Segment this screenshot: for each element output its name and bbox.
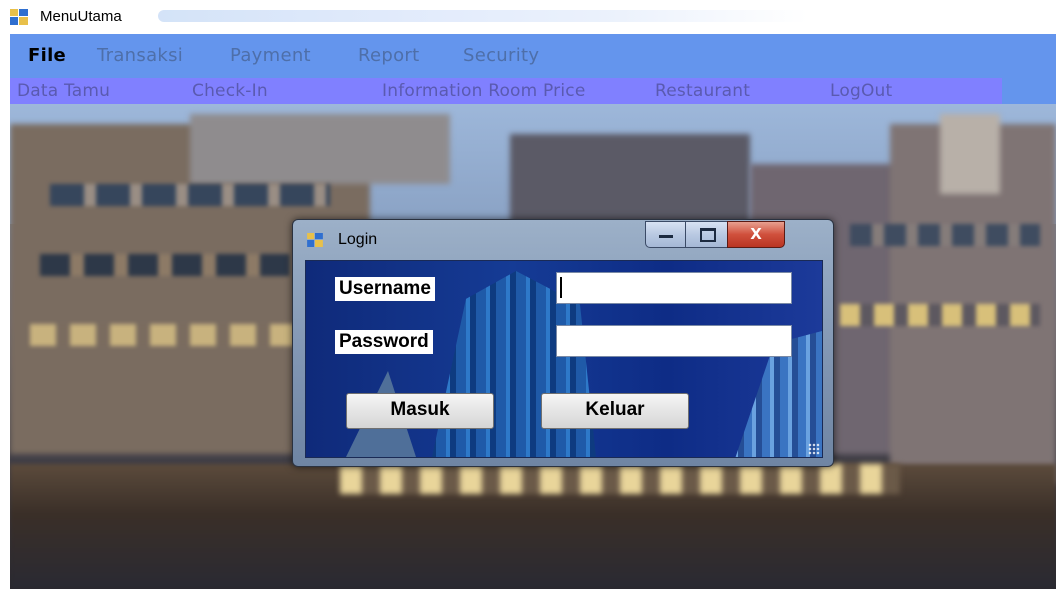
login-window-icon xyxy=(307,233,323,247)
main-window-titlebar[interactable]: MenuUtama xyxy=(0,0,1056,34)
maximize-button[interactable] xyxy=(685,221,729,248)
background-tower xyxy=(940,114,1000,194)
masuk-button[interactable]: Masuk xyxy=(346,393,494,429)
toolbar: Data Tamu Check-In Information Room Pric… xyxy=(10,78,1002,104)
username-label: Username xyxy=(335,277,435,301)
toolbar-spacer xyxy=(1002,78,1056,104)
background-building xyxy=(190,114,450,184)
username-input[interactable] xyxy=(556,272,792,304)
toolbar-information-room-price[interactable]: Information Room Price xyxy=(382,81,586,101)
close-icon: X xyxy=(750,225,762,243)
window-controls: X xyxy=(645,221,823,248)
app-window-icon xyxy=(10,9,28,25)
login-dialog[interactable]: Login X Username Password Masuk Keluar xyxy=(292,219,834,467)
password-input[interactable] xyxy=(556,325,792,357)
toolbar-logout[interactable]: LogOut xyxy=(830,81,892,101)
login-title: Login xyxy=(338,231,378,248)
text-caret xyxy=(560,277,562,298)
menu-transaksi[interactable]: Transaksi xyxy=(97,45,183,66)
toolbar-check-in[interactable]: Check-In xyxy=(192,81,268,101)
background-windows xyxy=(840,304,1040,326)
background-windows xyxy=(850,224,1040,246)
keluar-button[interactable]: Keluar xyxy=(541,393,689,429)
minimize-icon xyxy=(659,235,673,238)
maximize-icon xyxy=(700,228,716,242)
background-lights xyxy=(340,464,900,494)
menu-bar: File Transaksi Payment Report Security xyxy=(10,34,1056,78)
minimize-button[interactable] xyxy=(645,221,687,248)
window-title: MenuUtama xyxy=(40,8,122,25)
toolbar-data-tamu[interactable]: Data Tamu xyxy=(17,81,110,101)
menu-report[interactable]: Report xyxy=(358,45,419,66)
login-client-area: Username Password Masuk Keluar xyxy=(305,260,823,458)
resize-grip[interactable] xyxy=(808,443,820,455)
menu-security[interactable]: Security xyxy=(463,45,539,66)
menu-file[interactable]: File xyxy=(28,45,66,66)
titlebar-background-blur xyxy=(158,10,808,22)
close-button[interactable]: X xyxy=(727,221,785,248)
password-label: Password xyxy=(335,330,433,354)
toolbar-restaurant[interactable]: Restaurant xyxy=(655,81,750,101)
background-windows xyxy=(50,184,330,206)
menu-payment[interactable]: Payment xyxy=(230,45,311,66)
